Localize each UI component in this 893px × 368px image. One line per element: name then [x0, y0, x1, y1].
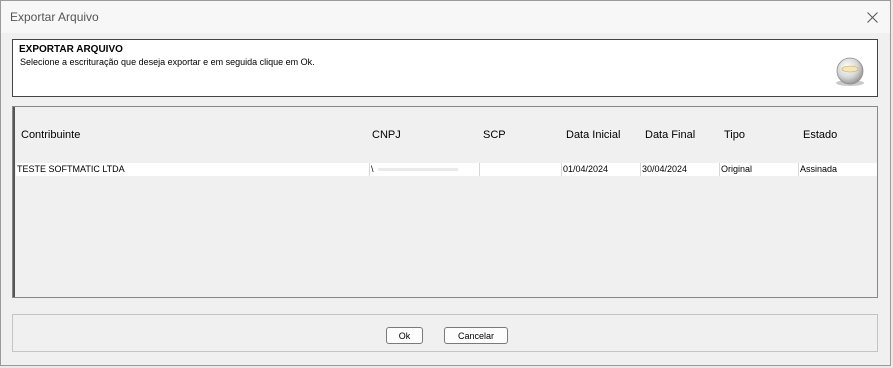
export-dialog: Exportar Arquivo EXPORTAR ARQUIVO Seleci… — [0, 0, 891, 366]
close-button[interactable] — [854, 1, 890, 33]
column-header-scp[interactable]: SCP — [483, 129, 506, 141]
cell-data-inicial: 01/04/2024 — [561, 163, 640, 176]
title-bar: Exportar Arquivo — [1, 1, 890, 33]
column-header-contribuinte[interactable]: Contribuinte — [21, 129, 80, 141]
cell-contribuinte: TESTE SOFTMATIC LTDA — [17, 164, 125, 174]
window-title: Exportar Arquivo — [10, 10, 99, 24]
disc-export-icon — [836, 57, 864, 86]
column-header-data-inicial[interactable]: Data Inicial — [566, 129, 620, 141]
column-header-cnpj[interactable]: CNPJ — [372, 129, 401, 141]
column-header-tipo[interactable]: Tipo — [724, 129, 745, 141]
table-row[interactable]: TESTE SOFTMATIC LTDA \ 01/04/2024 30/04/… — [16, 163, 877, 176]
header-description: Selecione a escrituração que deseja expo… — [20, 57, 315, 67]
header-panel: EXPORTAR ARQUIVO Selecione a escrituraçã… — [12, 39, 878, 97]
cell-tipo: Original — [719, 163, 798, 176]
column-header-estado[interactable]: Estado — [803, 129, 837, 141]
escrituracao-table: Contribuinte CNPJ SCP Data Inicial Data … — [12, 106, 878, 298]
ok-button[interactable]: Ok — [386, 327, 423, 344]
header-title: EXPORTAR ARQUIVO — [19, 44, 123, 55]
close-icon — [866, 11, 878, 23]
column-header-data-final[interactable]: Data Final — [645, 129, 695, 141]
cnpj-value: \ — [371, 164, 374, 174]
cell-scp — [479, 163, 561, 176]
cell-cnpj: \ — [369, 163, 479, 176]
cell-data-final: 30/04/2024 — [640, 163, 719, 176]
footer-panel: Ok Cancelar — [12, 314, 878, 352]
table-header: Contribuinte CNPJ SCP Data Inicial Data … — [13, 129, 877, 147]
cell-estado: Assinada — [798, 163, 877, 176]
redacted-cnpj — [378, 168, 458, 171]
cancel-button[interactable]: Cancelar — [444, 327, 508, 344]
